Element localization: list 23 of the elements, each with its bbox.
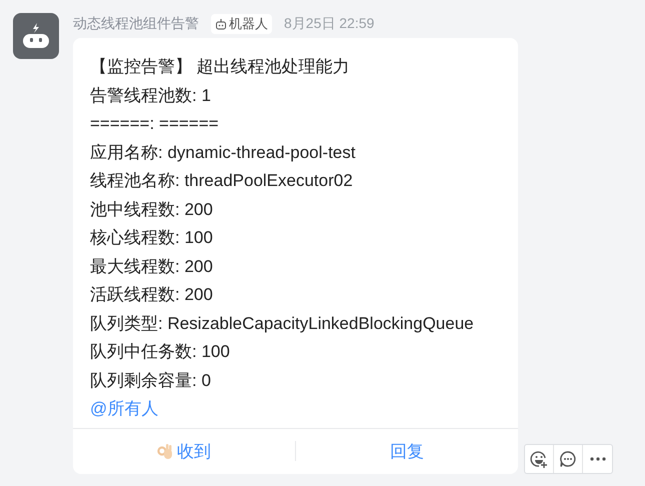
message-line: 应用名称: dynamic-thread-pool-test: [90, 142, 356, 164]
robot-icon: [22, 23, 50, 49]
message-line: 池中线程数: 200: [90, 198, 214, 220]
message-line: 队列类型: ResizableCapacityLinkedBlockingQueue: [90, 312, 475, 334]
emoji-add-icon: [530, 450, 548, 468]
message-line: 核心线程数: 100: [90, 227, 214, 249]
mention-link[interactable]: @所有人: [90, 399, 158, 418]
chat-bubble-icon: [559, 450, 577, 468]
message-line: 队列中任务数: 100: [90, 341, 231, 363]
acknowledge-button[interactable]: 收到: [73, 438, 295, 464]
message-line: 线程池名称: threadPoolExecutor02: [90, 170, 354, 192]
message-line: 告警线程池数: 1: [90, 84, 212, 106]
ok-hand-icon: [157, 442, 173, 460]
sender-name: 动态线程池组件告警: [73, 15, 199, 33]
robot-badge: 机器人: [211, 14, 272, 34]
message-time: 8月25日 22:59: [284, 15, 374, 33]
message-line: 最大线程数: 200: [90, 256, 214, 278]
reply-button[interactable]: 回复: [296, 438, 518, 464]
message-line: 【监控告警】 超出线程池处理能力: [90, 56, 351, 78]
more-icon: [590, 456, 606, 460]
message-line: 活跃线程数: 200: [90, 284, 214, 306]
message-line: ======: ======: [90, 113, 220, 135]
message-line: 队列剩余容量: 0: [90, 370, 212, 392]
